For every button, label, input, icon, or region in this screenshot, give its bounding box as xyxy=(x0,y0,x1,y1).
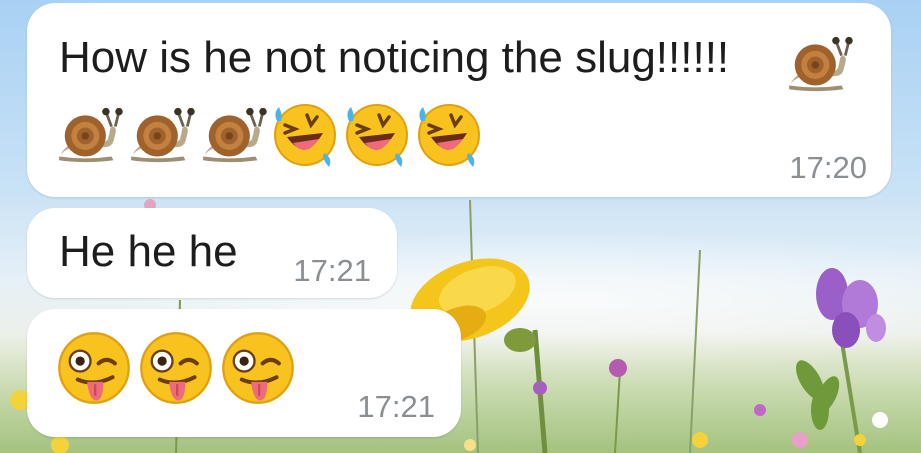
winking-face-with-tongue-emoji-icon xyxy=(57,331,131,405)
message-text: How is he not noticing the slug!!!!!! xyxy=(59,33,730,82)
message-text: He he he xyxy=(59,227,238,276)
message-timestamp: 17:21 xyxy=(293,253,371,288)
message-timestamp: 17:21 xyxy=(357,389,435,424)
message-timestamp: 17:20 xyxy=(789,150,867,185)
winking-face-with-tongue-emoji-icon xyxy=(139,331,213,405)
winking-face-with-tongue-emoji-icon xyxy=(221,331,295,405)
message-bubble[interactable]: 17:21 xyxy=(27,309,461,437)
rolling-on-floor-laughing-emoji-icon xyxy=(345,103,409,167)
message-bubble[interactable]: How is he not noticing the slug!!!!!! 17… xyxy=(27,3,891,197)
snail-emoji-icon xyxy=(57,106,123,164)
snail-emoji-icon xyxy=(787,35,853,93)
message-bubble[interactable]: He he he 17:21 xyxy=(27,208,397,298)
rolling-on-floor-laughing-emoji-icon xyxy=(417,103,481,167)
rolling-on-floor-laughing-emoji-icon xyxy=(273,103,337,167)
snail-emoji-icon xyxy=(129,106,195,164)
snail-emoji-icon xyxy=(201,106,267,164)
